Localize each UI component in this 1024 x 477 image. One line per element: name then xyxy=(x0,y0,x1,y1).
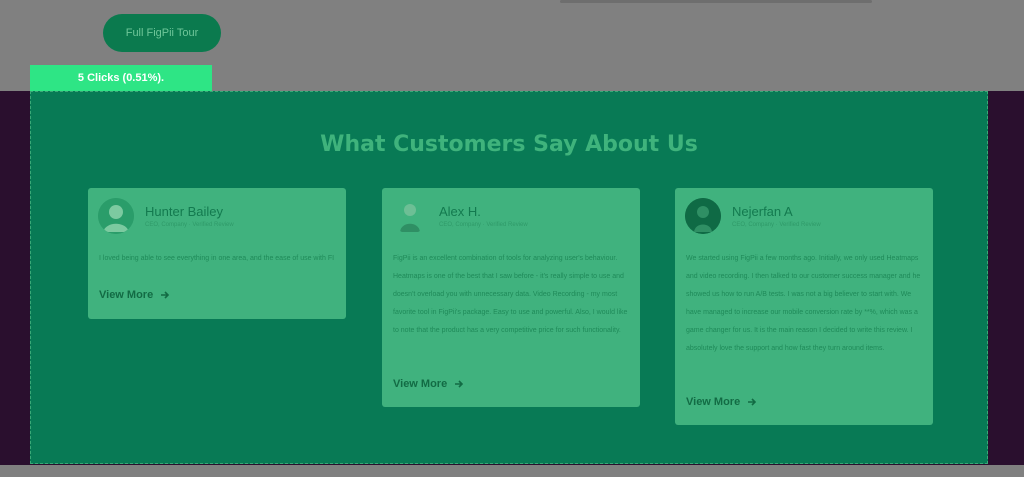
testimonial-text: I loved being able to see everything in … xyxy=(99,255,335,262)
reviewer-name: Alex H. xyxy=(439,204,481,219)
view-more-label: View More xyxy=(686,396,741,408)
clicks-badge: 5 Clicks (0.51%). xyxy=(30,65,212,91)
view-more-link[interactable]: View More xyxy=(686,396,757,408)
avatar xyxy=(98,198,134,234)
testimonial-text: FigPii is an excellent combination of to… xyxy=(393,255,628,334)
avatar xyxy=(392,198,428,234)
view-more-link[interactable]: View More xyxy=(393,378,464,390)
avatar xyxy=(685,198,721,234)
view-more-link[interactable]: View More xyxy=(99,289,170,301)
view-more-label: View More xyxy=(99,289,154,301)
reviewer-name: Hunter Bailey xyxy=(145,204,224,219)
testimonial-card-2[interactable]: Alex H. CEO, Company · Verified Review F… xyxy=(382,188,640,407)
reviewer-role: CEO, Company · Verified Review xyxy=(145,222,234,228)
section-title: What Customers Say About Us xyxy=(320,132,698,157)
testimonial-card-1[interactable]: Hunter Bailey CEO, Company · Verified Re… xyxy=(88,188,346,319)
arrow-right-icon xyxy=(748,398,757,406)
top-divider xyxy=(560,0,872,3)
full-tour-button[interactable]: Full FigPii Tour xyxy=(103,14,221,52)
heatmap-overlay-section[interactable]: What Customers Say About Us Hunter Baile… xyxy=(30,91,988,464)
view-more-label: View More xyxy=(393,378,448,390)
reviewer-role: CEO, Company · Verified Review xyxy=(732,222,821,228)
reviewer-role: CEO, Company · Verified Review xyxy=(439,222,528,228)
arrow-right-icon xyxy=(455,380,464,388)
reviewer-name: Nejerfan A xyxy=(732,204,793,219)
testimonial-text: We started using FigPii a few months ago… xyxy=(686,255,921,352)
testimonial-card-3[interactable]: Nejerfan A CEO, Company · Verified Revie… xyxy=(675,188,933,425)
arrow-right-icon xyxy=(161,291,170,299)
bottom-gray-band xyxy=(0,465,1024,477)
